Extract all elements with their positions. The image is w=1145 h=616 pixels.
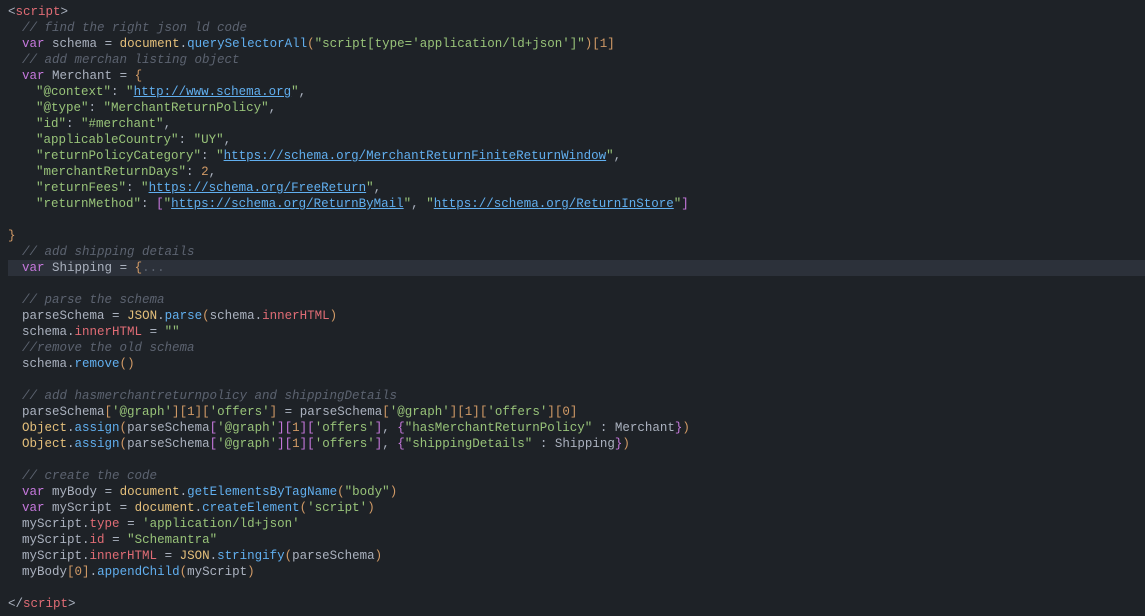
code-line <box>8 372 1145 388</box>
code-line: var myBody = document.getElementsByTagNa… <box>8 484 1145 500</box>
code-line: // parse the schema <box>8 292 1145 308</box>
code-line: parseSchema['@graph'][1]['offers'] = par… <box>8 404 1145 420</box>
code-line: // create the code <box>8 468 1145 484</box>
code-line: myScript.type = 'application/ld+json' <box>8 516 1145 532</box>
code-line <box>8 212 1145 228</box>
code-line <box>8 580 1145 596</box>
code-line: parseSchema = JSON.parse(schema.innerHTM… <box>8 308 1145 324</box>
code-line: "@context": "http://www.schema.org", <box>8 84 1145 100</box>
code-line <box>8 276 1145 292</box>
code-line: Object.assign(parseSchema['@graph'][1]['… <box>8 436 1145 452</box>
code-line: var myScript = document.createElement('s… <box>8 500 1145 516</box>
code-line: schema.remove() <box>8 356 1145 372</box>
code-line: myScript.innerHTML = JSON.stringify(pars… <box>8 548 1145 564</box>
code-line: "id": "#merchant", <box>8 116 1145 132</box>
code-line: } <box>8 228 1145 244</box>
code-line: schema.innerHTML = "" <box>8 324 1145 340</box>
code-line: // add hasmerchantreturnpolicy and shipp… <box>8 388 1145 404</box>
code-line: "merchantReturnDays": 2, <box>8 164 1145 180</box>
code-line: myScript.id = "Schemantra" <box>8 532 1145 548</box>
code-line: </script> <box>8 596 1145 612</box>
code-line: // find the right json ld code <box>8 20 1145 36</box>
code-line: myBody[0].appendChild(myScript) <box>8 564 1145 580</box>
code-line: Object.assign(parseSchema['@graph'][1]['… <box>8 420 1145 436</box>
fold-indicator[interactable]: ... <box>142 261 165 275</box>
code-line: "returnFees": "https://schema.org/FreeRe… <box>8 180 1145 196</box>
code-line: var schema = document.querySelectorAll("… <box>8 36 1145 52</box>
code-editor[interactable]: <script> // find the right json ld code … <box>0 0 1145 616</box>
code-line: // add merchan listing object <box>8 52 1145 68</box>
code-line: "applicableCountry": "UY", <box>8 132 1145 148</box>
code-line: "@type": "MerchantReturnPolicy", <box>8 100 1145 116</box>
code-line: // add shipping details <box>8 244 1145 260</box>
code-line: "returnPolicyCategory": "https://schema.… <box>8 148 1145 164</box>
code-line: <script> <box>8 4 1145 20</box>
code-line-highlighted: var Shipping = {... <box>8 260 1145 276</box>
code-line: "returnMethod": ["https://schema.org/Ret… <box>8 196 1145 212</box>
code-line: var Merchant = { <box>8 68 1145 84</box>
code-line <box>8 452 1145 468</box>
code-line: //remove the old schema <box>8 340 1145 356</box>
